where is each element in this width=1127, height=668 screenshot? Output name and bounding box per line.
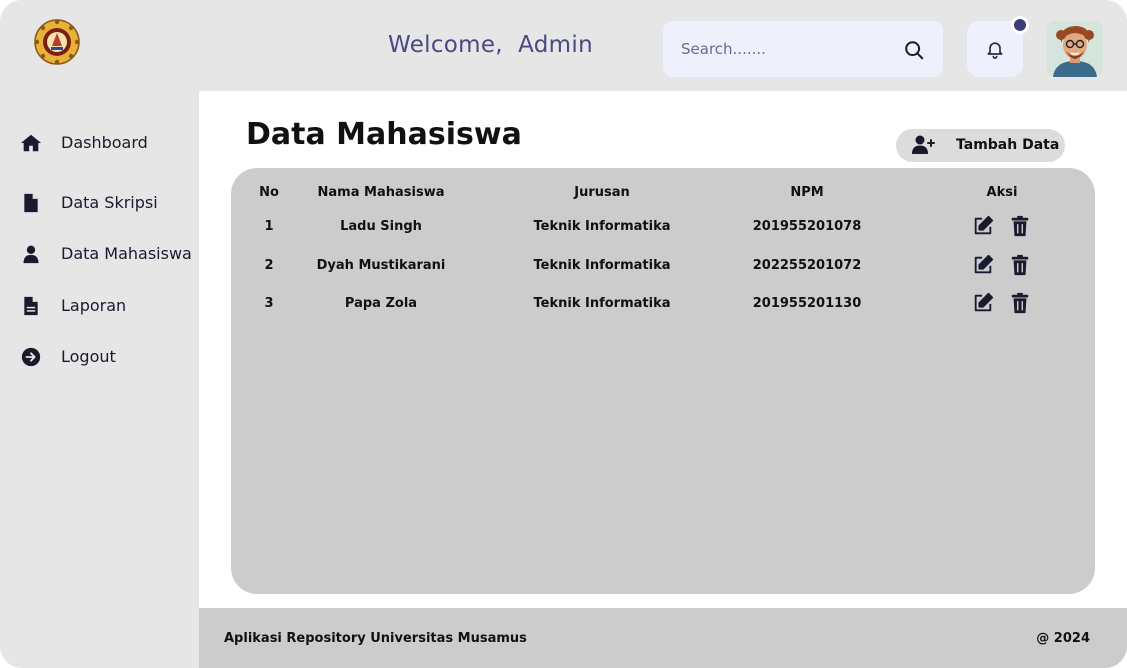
file-icon [18,191,44,215]
column-header-jurusan: Jurusan [574,185,630,200]
footer: Aplikasi Repository Universitas Musamus … [199,608,1127,668]
edit-icon[interactable] [972,215,994,237]
search-input[interactable] [681,35,891,63]
search-box [663,21,943,77]
sidebar-item-logout[interactable]: Logout [18,342,196,372]
trash-icon[interactable] [1009,215,1031,237]
trash-icon[interactable] [1009,254,1031,276]
cell-no: 2 [264,258,274,273]
cell-no: 3 [264,296,274,311]
cell-nama: Dyah Mustikarani [316,258,446,273]
sidebar-item-label: Dashboard [61,133,148,152]
cell-npm: 202255201072 [752,258,862,273]
sidebar: Dashboard Data Skripsi Data Mahasiswa La… [0,91,199,668]
top-header: Welcome, Admin [0,0,1127,91]
edit-icon[interactable] [972,254,994,276]
cell-npm: 201955201078 [752,219,862,234]
sidebar-item-label: Data Mahasiswa [61,244,192,263]
home-icon [18,131,44,155]
search-icon[interactable] [903,39,925,61]
cell-nama: Papa Zola [344,296,418,311]
cell-npm: 201955201130 [752,296,862,311]
column-header-aksi: Aksi [986,185,1018,200]
logout-icon [18,345,44,369]
page-title: Data Mahasiswa [246,117,522,152]
sidebar-item-label: Logout [61,347,116,366]
cell-nama: Ladu Singh [340,219,422,234]
user-avatar[interactable] [1047,21,1103,77]
footer-app-name: Aplikasi Repository Universitas Musamus [224,631,527,646]
sidebar-item-data-mahasiswa[interactable]: Data Mahasiswa [18,239,196,269]
sidebar-item-label: Laporan [61,296,127,315]
column-header-nama: Nama Mahasiswa [317,185,445,200]
sidebar-item-laporan[interactable]: Laporan [18,291,196,321]
sidebar-item-label: Data Skripsi [61,193,158,212]
sidebar-item-dashboard[interactable]: Dashboard [18,128,196,158]
footer-copyright: @ 2024 [1036,631,1090,646]
cell-no: 1 [264,219,274,234]
column-header-npm: NPM [790,185,824,200]
document-icon [18,294,44,318]
sidebar-item-data-skripsi[interactable]: Data Skripsi [18,188,196,218]
column-header-no: No [259,185,279,200]
cell-jurusan: Teknik Informatika [533,258,671,273]
app-window: Welcome, Admin Search....... Dashboard D… [0,0,1127,668]
cell-jurusan: Teknik Informatika [533,219,671,234]
add-data-label: Tambah Data [956,137,1060,153]
welcome-text: Welcome, Admin [388,32,593,58]
trash-icon[interactable] [1009,292,1031,314]
notification-badge [1011,16,1029,34]
main-content: Data Mahasiswa Tambah Data No Nama Mahas… [199,91,1127,608]
user-icon [18,242,44,266]
university-logo[interactable] [33,18,81,66]
edit-icon[interactable] [972,292,994,314]
bell-icon [985,38,1005,60]
data-table: No Nama Mahasiswa Jurusan NPM Aksi 1 Lad… [231,168,1095,594]
user-plus-icon [911,135,935,155]
add-data-button[interactable]: Tambah Data [896,129,1065,162]
cell-jurusan: Teknik Informatika [533,296,671,311]
